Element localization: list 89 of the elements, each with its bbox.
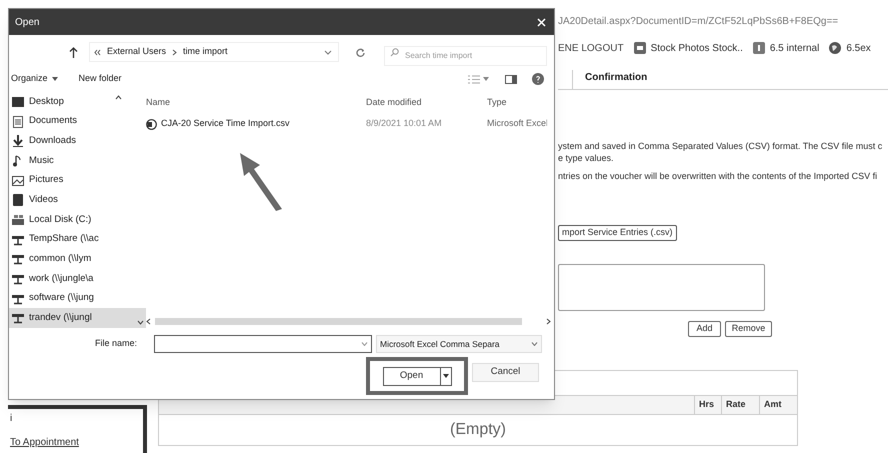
search-icon [390, 48, 399, 57]
network-drive-icon [12, 234, 24, 246]
caret-icon [483, 77, 489, 81]
disk-icon [12, 214, 24, 226]
image-icon [634, 42, 646, 54]
nav-item[interactable]: trandev (\\jungl [9, 308, 146, 328]
address-url[interactable]: JA20Detail.aspx?DocumentID=m/ZCtF52LqPbSs6B+F8EQg== [558, 14, 888, 28]
bookmark-link[interactable]: Stock Photos Stock.. [634, 40, 743, 56]
nav-item[interactable]: common (\\lym [9, 249, 146, 270]
help-icon [532, 73, 544, 85]
caret-icon [442, 374, 448, 378]
instruction-text: e type values. [558, 152, 615, 164]
up-arrow-icon [69, 46, 78, 58]
search-field[interactable]: Search time import [384, 46, 547, 66]
preview-pane-button[interactable] [505, 74, 517, 84]
download-icon [12, 135, 24, 148]
instruction-text: ystem and saved in Comma Separated Values (CSV) format. The CSV file must c [558, 140, 884, 152]
document-icon [12, 116, 24, 128]
chevron-down-icon [137, 320, 144, 325]
bookmark-link[interactable]: 6.5 internal [752, 40, 820, 56]
nav-item[interactable]: work (\\jungle\a [9, 269, 146, 289]
close-icon [536, 18, 546, 26]
column-header: Rate [721, 396, 759, 414]
chevron-up-icon [115, 95, 122, 100]
nav-item[interactable]: Desktop [9, 92, 146, 112]
link[interactable]: i [10, 411, 143, 425]
organize-menu[interactable]: Organize [11, 72, 58, 86]
empty-message: (Empty) [450, 420, 506, 440]
nav-item[interactable]: Local Disk (C:) [9, 210, 146, 230]
network-drive-icon [12, 272, 24, 285]
chevron-icon [172, 48, 178, 56]
page-tab[interactable]: Confirmation [572, 70, 660, 89]
breadcrumb-item[interactable]: External Users [107, 45, 166, 59]
column-header[interactable]: Date modified [366, 96, 487, 110]
bookmark-link[interactable]: ENE LOGOUT [558, 40, 624, 56]
file-date: 8/9/2021 10:01 AM [366, 117, 443, 130]
scroll-down-button[interactable] [137, 320, 144, 325]
new-folder-button[interactable]: New folder [78, 72, 122, 86]
text-area[interactable] [558, 264, 765, 311]
desktop-icon [12, 96, 24, 108]
file-name: CJA-20 Service Time Import.csv [161, 117, 290, 130]
cancel-button[interactable]: Cancel [472, 362, 539, 382]
field-label: File name: [95, 337, 138, 350]
help-button[interactable] [532, 73, 544, 85]
address-bar[interactable]: External Users time import [89, 42, 339, 62]
column-header: Hrs [694, 396, 721, 414]
scroll-right-icon [546, 318, 551, 324]
column-header[interactable]: Name [146, 96, 366, 110]
nav-item[interactable]: Downloads [9, 131, 146, 152]
column-header: Amt [759, 396, 797, 414]
import-button[interactable]: mport Service Entries (.csv) [558, 225, 677, 241]
link[interactable]: To Appointment [10, 435, 143, 450]
video-icon [12, 194, 24, 206]
instruction-text: ntries on the voucher will be overwritten with the contents of the Imported CSV fi [558, 170, 878, 182]
pointer-arrow [238, 151, 284, 213]
dropdown-icon [324, 50, 332, 54]
file-type-dropdown[interactable]: Microsoft Excel Comma Separa [376, 335, 542, 353]
caret-icon [52, 77, 58, 81]
nav-item[interactable]: Pictures [9, 170, 146, 190]
globe-icon [829, 42, 842, 54]
dropdown-icon [531, 342, 538, 346]
nav-item[interactable]: TempShare (\\ac [9, 230, 146, 250]
picture-icon [12, 174, 24, 187]
view-menu[interactable] [468, 74, 489, 84]
refresh-icon [356, 48, 364, 56]
open-button[interactable]: Open [382, 366, 452, 386]
nav-item[interactable]: Videos [9, 190, 146, 210]
spreadsheet-file-icon [146, 118, 157, 130]
view-list-icon [468, 74, 480, 84]
bookmark-link[interactable]: 6.5ex [829, 40, 871, 56]
nav-item[interactable]: Music [9, 151, 146, 171]
network-drive-icon [12, 292, 24, 305]
nav-item[interactable]: software (\\jung [9, 288, 146, 308]
add-button[interactable]: Add [688, 321, 721, 337]
chevrons-icon [94, 48, 101, 56]
column-header[interactable]: Type [487, 96, 547, 110]
scrollbar-thumb[interactable] [155, 318, 522, 324]
network-drive-icon [12, 253, 24, 266]
window-title: Open [15, 16, 40, 30]
network-drive-icon [12, 312, 24, 324]
file-name-field[interactable] [154, 335, 372, 353]
scroll-left-icon [146, 318, 151, 324]
nav-item[interactable]: Documents [9, 112, 146, 132]
breadcrumb-item[interactable]: time import [183, 45, 228, 59]
pane-icon [505, 74, 517, 84]
remove-button[interactable]: Remove [725, 321, 772, 337]
scroll-up-button[interactable] [115, 95, 122, 100]
page-icon [752, 42, 765, 54]
dropdown-icon [361, 342, 368, 346]
